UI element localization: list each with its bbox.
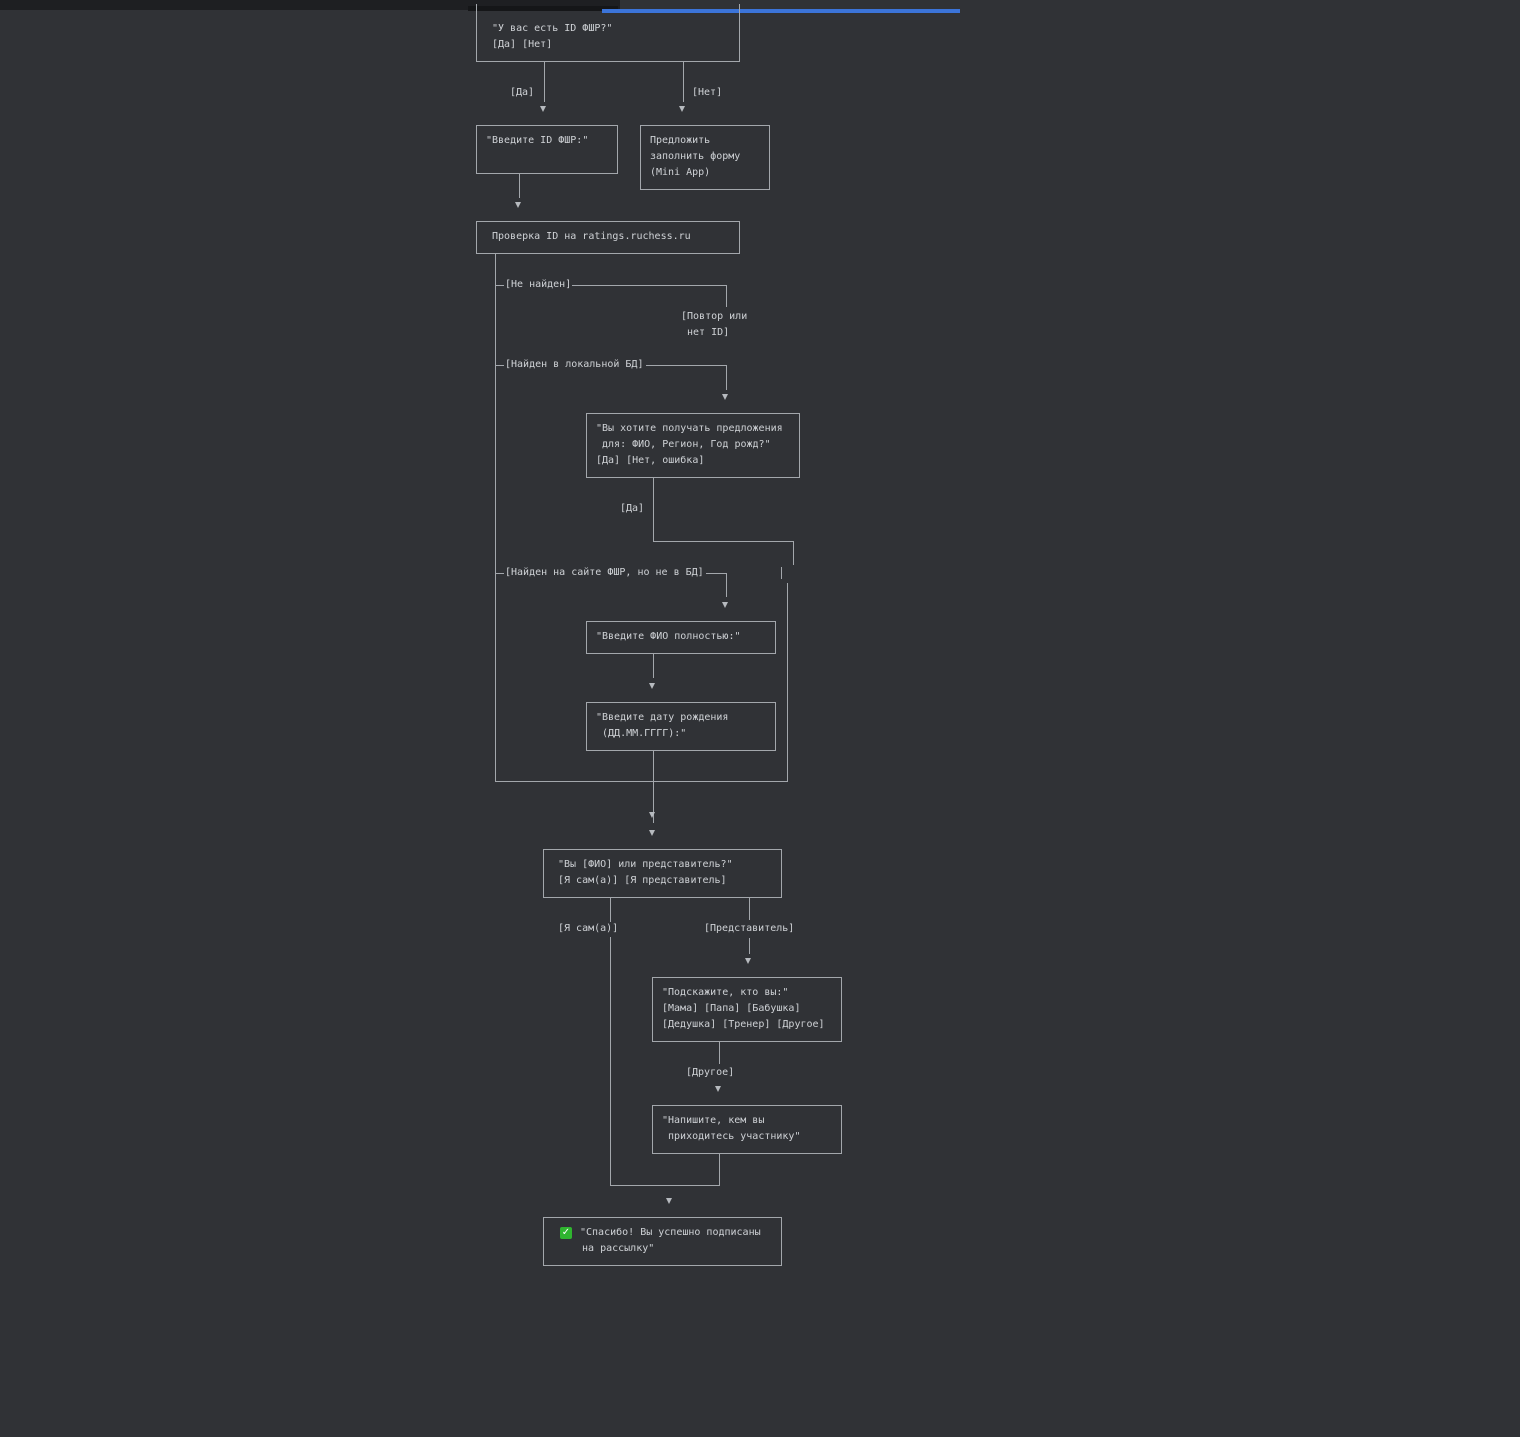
edge-line — [749, 938, 750, 954]
node-text: "Введите ФИО полностью:" — [596, 631, 741, 642]
edge-line — [519, 174, 520, 198]
arrow-down-icon — [745, 958, 751, 964]
edge-label-retry: [Повтор или — [681, 311, 748, 322]
node-text: "Спасибо! Вы успешно подписаны — [580, 1227, 761, 1238]
edge-label-found-local: [Найден в локальной БД] — [505, 359, 644, 370]
node-text: [Да] [Нет, ошибка] — [596, 455, 705, 466]
arrow-down-icon — [722, 394, 728, 400]
edge-line — [653, 478, 654, 541]
edge-line — [706, 573, 726, 574]
arrow-down-icon — [722, 602, 728, 608]
node-text: (ДД.ММ.ГГГГ):" — [596, 728, 687, 739]
edge-label-not-found: [Не найден] — [505, 279, 572, 290]
node-text: [Да] [Нет] — [492, 39, 553, 50]
edge-label-no: [Нет] — [692, 87, 723, 98]
node-text: "У вас есть ID ФШР?" — [492, 23, 613, 34]
edge-line — [496, 285, 504, 286]
edge-label-retry: нет ID] — [681, 327, 730, 338]
node-text: Проверка ID на ratings.ruchess.ru — [492, 231, 691, 242]
node-text: Предложить — [650, 135, 711, 146]
node-text: на рассылку" — [576, 1243, 655, 1254]
arrow-down-icon — [515, 202, 521, 208]
edge-label-rep: [Представитель] — [704, 923, 795, 934]
arrow-down-icon — [679, 106, 685, 112]
edge-line — [610, 1185, 720, 1186]
edge-label-yes2: [Да] — [620, 503, 645, 514]
edge-line — [726, 365, 727, 390]
edge-line — [793, 541, 794, 565]
node-enter-id — [476, 125, 618, 174]
edge-line — [726, 285, 727, 307]
edge-line — [610, 937, 611, 1185]
arrow-down-icon — [540, 106, 546, 112]
edge-line — [719, 1154, 720, 1185]
arrow-down-icon — [666, 1198, 672, 1204]
edge-line — [544, 62, 545, 102]
edge-line — [496, 365, 504, 366]
edge-line — [781, 567, 782, 579]
arrow-down-icon — [649, 683, 655, 689]
node-text: "Напишите, кем вы — [662, 1115, 765, 1126]
edge-line — [495, 254, 496, 781]
edge-label-yes: [Да] — [510, 87, 535, 98]
edge-label-other: [Другое] — [686, 1067, 735, 1078]
node-text: "Вы хотите получать предложения — [596, 423, 783, 434]
edge-line — [726, 573, 727, 597]
node-text: "Подскажите, кто вы:" — [662, 987, 789, 998]
edge-line — [683, 62, 684, 102]
node-text: [Мама] [Папа] [Бабушка] — [662, 1003, 801, 1014]
arrow-down-icon — [649, 830, 655, 836]
edge-line — [719, 1042, 720, 1064]
node-text: заполнить форму — [650, 151, 741, 162]
check-mark-button-icon: ✓ — [560, 1227, 572, 1239]
node-text: "Введите ID ФШР:" — [486, 135, 589, 146]
edge-label-self: [Я сам(а)] — [558, 923, 619, 934]
edge-line — [646, 365, 726, 366]
node-text: (Mini App) — [650, 167, 711, 178]
arrow-down-icon — [649, 812, 655, 818]
node-text: для: ФИО, Регион, Год рожд?" — [596, 439, 771, 450]
edge-label-found-site: [Найден на сайте ФШР, но не в БД] — [505, 567, 704, 578]
node-text: [Дедушка] [Тренер] [Другое] — [662, 1019, 825, 1030]
edge-line — [749, 898, 750, 920]
node-text: [Я сам(а)] [Я представитель] — [558, 875, 727, 886]
edge-line — [610, 898, 611, 922]
edge-line — [496, 573, 504, 574]
edge-line — [653, 654, 654, 678]
edge-line — [787, 583, 788, 781]
node-text: "Вы [ФИО] или представитель?" — [558, 859, 733, 870]
edge-line — [495, 781, 788, 782]
edge-line — [653, 541, 793, 542]
edge-line — [572, 285, 726, 286]
node-text: "Введите дату рождения — [596, 712, 729, 723]
node-text: приходитесь участнику" — [662, 1131, 801, 1142]
arrow-down-icon — [715, 1086, 721, 1092]
